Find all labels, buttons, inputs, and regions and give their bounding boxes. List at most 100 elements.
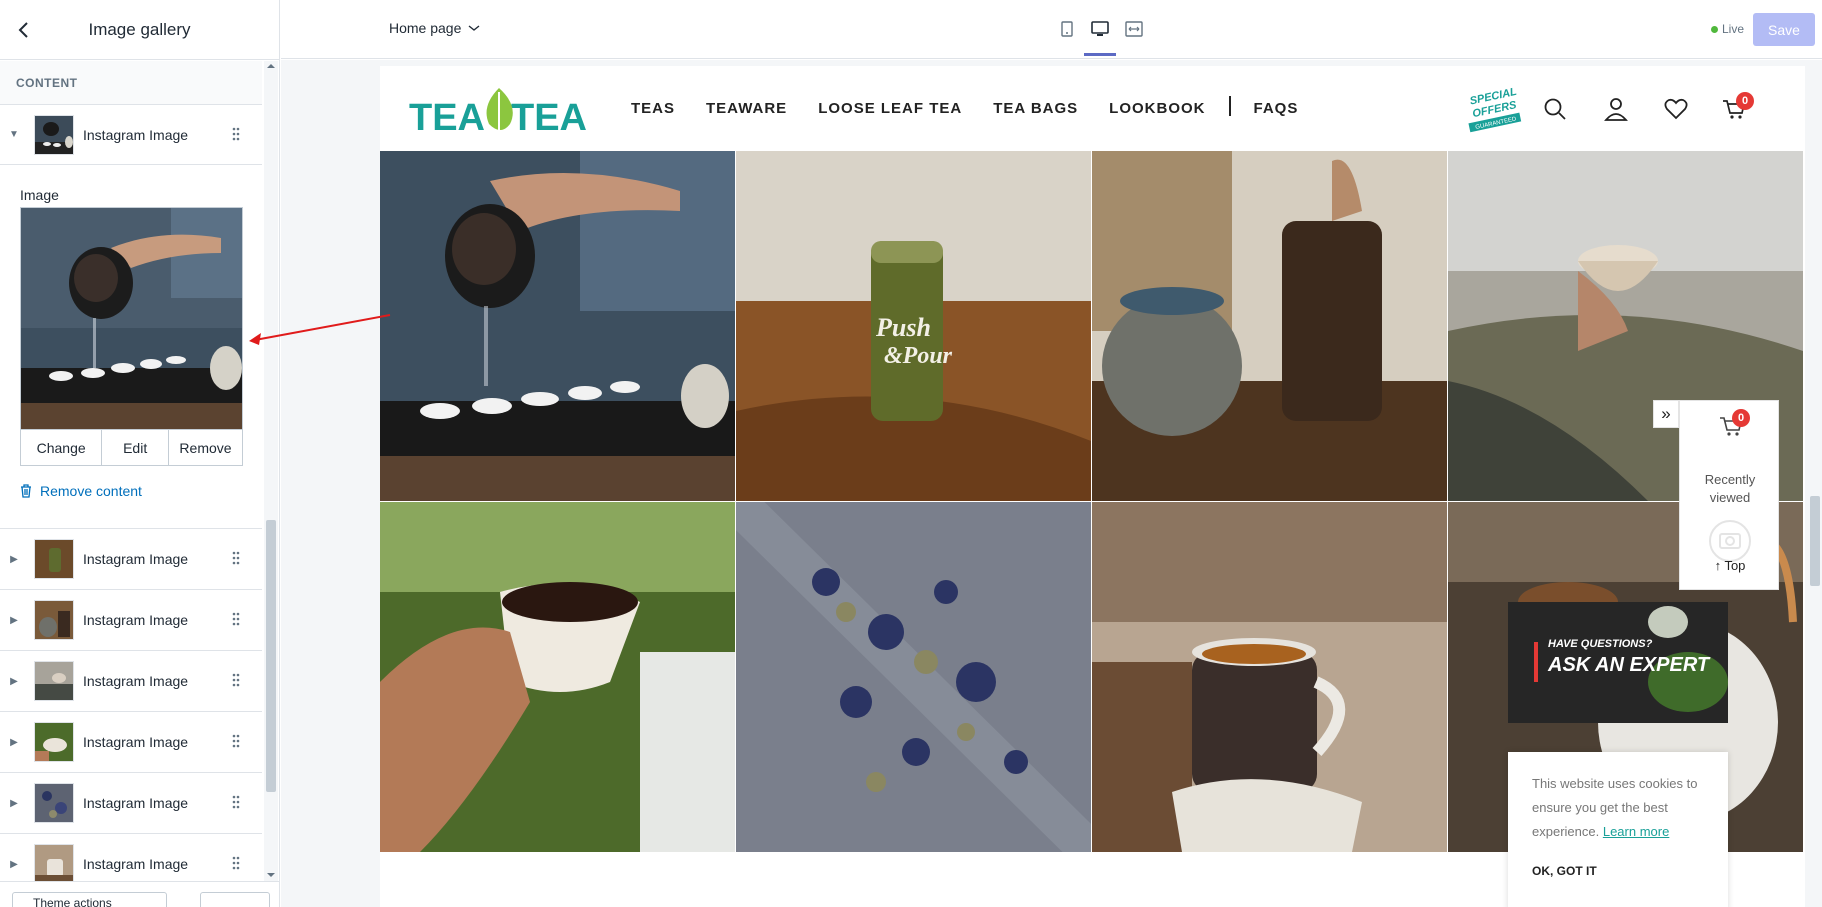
ask-expert-banner[interactable]: HAVE QUESTIONS? ASK AN EXPERT (1508, 602, 1728, 723)
back-to-top-button[interactable]: ↑ Top (1680, 558, 1780, 573)
block-thumbnail (34, 783, 74, 823)
rv-cart-count-badge: 0 (1732, 409, 1750, 427)
nav-teas[interactable]: TEAS (631, 100, 675, 117)
drag-handle-icon[interactable] (232, 673, 240, 687)
block-label: Instagram Image (83, 856, 189, 872)
gallery-image-tea-cup-hand[interactable] (380, 502, 735, 852)
block-item[interactable]: ▶ Instagram Image (0, 712, 262, 773)
editor-topbar: Home page Live Save (281, 0, 1822, 59)
mobile-icon[interactable] (1056, 18, 1078, 40)
image-field-label: Image (20, 187, 59, 203)
gallery-image-teapot[interactable] (1092, 151, 1447, 501)
gallery-image-mug-sweater[interactable] (1092, 502, 1447, 852)
preview-scrollbar-thumb[interactable] (1810, 496, 1820, 586)
remove-content-label: Remove content (40, 483, 142, 499)
block-item[interactable]: ▶ Instagram Image (0, 834, 262, 881)
block-thumbnail (34, 539, 74, 579)
top-label: Top (1724, 558, 1746, 573)
block-item[interactable]: ▶ Instagram Image (0, 590, 262, 651)
cookie-banner: This website uses cookies to ensure you … (1508, 752, 1728, 907)
caret-right-icon[interactable]: ▶ (0, 615, 28, 626)
cookie-text: This website uses cookies to ensure you … (1532, 772, 1712, 844)
recently-viewed-label-line1: Recently (1704, 472, 1756, 487)
nav-faqs[interactable]: FAQS (1254, 100, 1299, 117)
account-icon[interactable] (1603, 96, 1629, 122)
caret-right-icon[interactable]: ▶ (0, 798, 28, 809)
block-label: Instagram Image (83, 126, 189, 143)
ask-expert-line2: ASK AN EXPERT (1548, 654, 1710, 676)
caret-right-icon[interactable]: ▶ (0, 859, 28, 870)
drag-handle-icon[interactable] (232, 795, 240, 809)
block-item[interactable]: ▶ Instagram Image (0, 529, 262, 590)
special-offers-badge[interactable]: SPECIAL OFFERS GUARANTEED (1462, 84, 1524, 134)
ask-expert-line1: HAVE QUESTIONS? (1548, 638, 1653, 650)
remove-image-button[interactable]: Remove (169, 430, 242, 465)
sidebar-scrollbar-thumb[interactable] (266, 520, 276, 792)
block-thumbnail (34, 722, 74, 762)
block-thumbnail (34, 600, 74, 640)
drag-handle-icon[interactable] (232, 856, 240, 870)
sidebar-header: Image gallery (0, 0, 279, 60)
sidebar-title: Image gallery (88, 19, 191, 39)
block-item[interactable]: ▶ Instagram Image (0, 773, 262, 834)
change-image-button[interactable]: Change (21, 430, 103, 465)
content-section-label: CONTENT (0, 61, 262, 105)
page-selector-label: Home page (389, 20, 462, 36)
caret-right-icon[interactable]: ▶ (0, 737, 28, 748)
cart-count-badge: 0 (1736, 92, 1754, 110)
theme-actions-button[interactable]: Theme actions (12, 892, 167, 907)
store-preview: TEA TEA TEAS TEAWARE LOOSE LEAF TEA TEA … (380, 66, 1805, 907)
drag-handle-icon[interactable] (232, 612, 240, 626)
nav-tea-bags[interactable]: TEA BAGS (993, 100, 1078, 117)
block-item-expanded[interactable]: ▼ Instagram Image (0, 105, 262, 165)
caret-down-icon[interactable]: ▼ (0, 129, 28, 140)
learn-more-link[interactable]: Learn more (1603, 824, 1669, 839)
scroll-down-icon[interactable] (266, 871, 276, 879)
active-device-indicator (1084, 53, 1116, 56)
block-thumbnail (34, 661, 74, 701)
caret-right-icon[interactable]: ▶ (0, 554, 28, 565)
recently-viewed-toggle[interactable]: » (1653, 400, 1679, 428)
undo-redo-buttons[interactable] (200, 892, 270, 907)
image-actions: Change Edit Remove (20, 430, 243, 466)
drag-handle-icon[interactable] (232, 734, 240, 748)
scroll-up-icon[interactable] (266, 62, 276, 70)
block-label: Instagram Image (83, 734, 189, 750)
block-label: Instagram Image (83, 673, 189, 689)
live-status: Live (1711, 22, 1744, 36)
fullscreen-icon[interactable] (1123, 18, 1145, 40)
desktop-icon[interactable] (1089, 18, 1111, 40)
wishlist-heart-icon[interactable] (1663, 96, 1689, 122)
recently-viewed-label-line2: viewed (1709, 490, 1751, 505)
image-picker-preview[interactable] (20, 207, 243, 430)
gallery-image-push-pour[interactable]: Push &Pour (736, 151, 1091, 501)
sidebar: Image gallery CONTENT ▼ Instagram Image … (0, 0, 280, 907)
cookie-accept-button[interactable]: OK, GOT IT (1532, 864, 1597, 878)
caret-right-icon[interactable]: ▶ (0, 676, 28, 687)
svg-text:TEA: TEA (511, 97, 587, 138)
search-icon[interactable] (1542, 96, 1568, 122)
instagram-gallery: Push &Pour (380, 151, 1805, 852)
block-label: Instagram Image (83, 551, 189, 567)
edit-image-button[interactable]: Edit (102, 430, 169, 465)
gallery-image-pouring-tea[interactable] (380, 151, 735, 501)
sidebar-scroll-area: CONTENT ▼ Instagram Image Image Change E… (0, 61, 262, 881)
drag-handle-icon[interactable] (232, 551, 240, 565)
main-nav: TEAS TEAWARE LOOSE LEAF TEA TEA BAGS LOO… (631, 96, 1329, 117)
save-button[interactable]: Save (1753, 13, 1815, 46)
block-thumbnail (34, 844, 74, 881)
back-arrow-icon[interactable] (12, 18, 36, 42)
tea-tea-logo[interactable]: TEA TEA (409, 78, 601, 138)
nav-lookbook[interactable]: LOOKBOOK (1109, 100, 1205, 117)
block-settings: Image Change Edit Remove Remove content (0, 165, 262, 529)
live-dot-icon (1711, 25, 1718, 33)
remove-content-link[interactable]: Remove content (20, 483, 142, 499)
camera-placeholder-icon (1709, 520, 1751, 562)
nav-teaware[interactable]: TEAWARE (706, 100, 787, 117)
nav-loose-leaf-tea[interactable]: LOOSE LEAF TEA (818, 100, 962, 117)
page-selector[interactable]: Home page (389, 20, 481, 36)
block-item[interactable]: ▶ Instagram Image (0, 651, 262, 712)
drag-handle-icon[interactable] (232, 127, 240, 141)
gallery-image-loose-leaf[interactable] (736, 502, 1091, 852)
svg-text:Push: Push (875, 313, 931, 342)
